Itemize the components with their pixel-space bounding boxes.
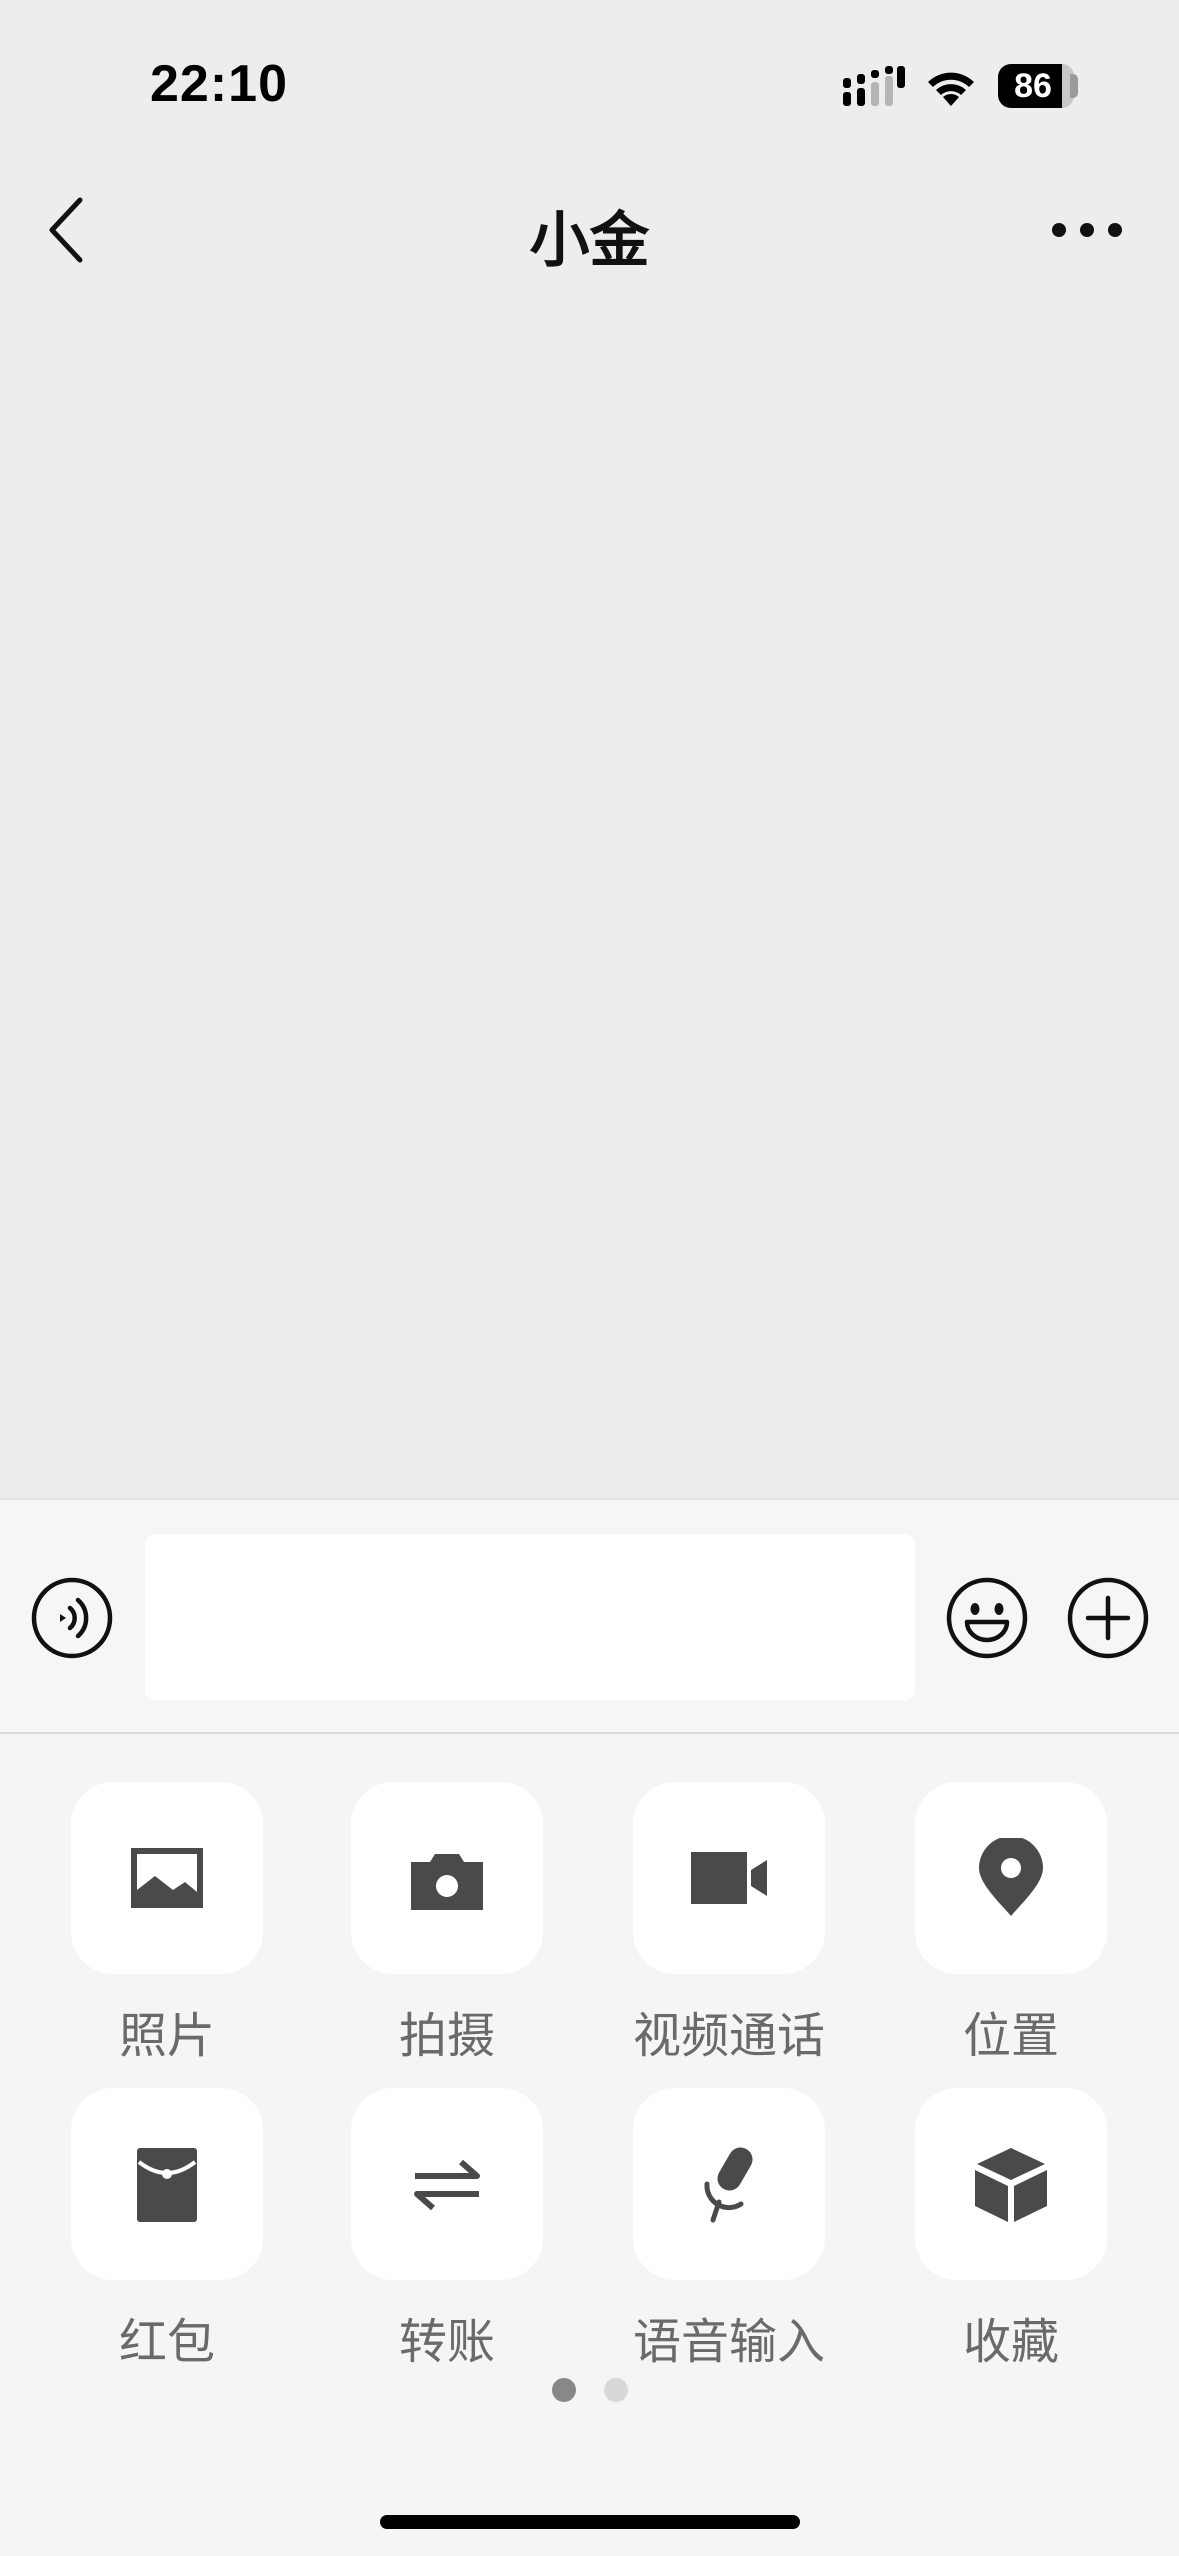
panel-tile[interactable] bbox=[71, 2088, 263, 2280]
more-panel: 照片 拍摄 视频通话 位置 红包 转账 语音输入 收藏 bbox=[0, 1734, 1179, 2556]
voice-icon[interactable] bbox=[30, 1576, 114, 1660]
panel-tile[interactable] bbox=[633, 1782, 825, 1974]
panel-label: 语音输入 bbox=[632, 2314, 825, 2370]
panel-item-red-packet[interactable]: 红包 bbox=[47, 2088, 287, 2370]
page-indicator bbox=[0, 2378, 1179, 2402]
transfer-icon bbox=[414, 2159, 480, 2211]
battery-cap bbox=[1070, 74, 1078, 98]
panel-label: 照片 bbox=[118, 2008, 215, 2064]
panel-tile[interactable] bbox=[915, 1782, 1107, 1974]
panel-item-favorites[interactable]: 收藏 bbox=[891, 2088, 1131, 2370]
panel-tile[interactable] bbox=[915, 2088, 1107, 2280]
panel-item-voice-input[interactable]: 语音输入 bbox=[609, 2088, 849, 2370]
panel-tile[interactable] bbox=[351, 1782, 543, 1974]
panel-item-location[interactable]: 位置 bbox=[891, 1782, 1131, 2064]
panel-item-transfer[interactable]: 转账 bbox=[327, 2088, 567, 2370]
panel-label: 转账 bbox=[398, 2314, 495, 2370]
wifi-icon bbox=[928, 72, 974, 106]
microphone-icon bbox=[704, 2147, 753, 2223]
input-bar bbox=[0, 1498, 1179, 1734]
page-dot-inactive[interactable] bbox=[604, 2378, 628, 2402]
panel-item-photo[interactable]: 照片 bbox=[47, 1782, 287, 2064]
chat-title: 小金 bbox=[529, 206, 650, 276]
favorites-icon bbox=[975, 2148, 1047, 2222]
video-call-icon bbox=[691, 1852, 767, 1904]
panel-label: 红包 bbox=[118, 2314, 215, 2370]
message-area[interactable] bbox=[0, 290, 1179, 1498]
emoji-icon[interactable] bbox=[945, 1576, 1029, 1660]
camera-icon bbox=[411, 1854, 483, 1910]
plus-icon[interactable] bbox=[1066, 1576, 1150, 1660]
page-dot-active[interactable] bbox=[552, 2378, 576, 2402]
status-bar: 22:10 86 bbox=[0, 0, 1179, 170]
status-time: 22:10 bbox=[150, 55, 288, 113]
panel-label: 视频通话 bbox=[632, 2008, 825, 2064]
location-icon bbox=[979, 1838, 1043, 1916]
photo-icon bbox=[131, 1848, 203, 1908]
battery-level: 86 bbox=[1014, 67, 1052, 105]
panel-label: 拍摄 bbox=[398, 2008, 495, 2064]
panel-item-video-call[interactable]: 视频通话 bbox=[609, 1782, 849, 2064]
signal-icon bbox=[843, 66, 905, 106]
panel-item-camera[interactable]: 拍摄 bbox=[327, 1782, 567, 2064]
panel-tile[interactable] bbox=[351, 2088, 543, 2280]
more-icon[interactable] bbox=[1050, 210, 1124, 250]
red-packet-icon bbox=[137, 2148, 197, 2222]
panel-label: 收藏 bbox=[962, 2314, 1059, 2370]
panel-tile[interactable] bbox=[633, 2088, 825, 2280]
nav-bar: 小金 bbox=[0, 170, 1179, 290]
message-input[interactable] bbox=[145, 1534, 915, 1700]
home-indicator[interactable] bbox=[380, 2515, 800, 2529]
panel-tile[interactable] bbox=[71, 1782, 263, 1974]
panel-label: 位置 bbox=[962, 2008, 1059, 2064]
